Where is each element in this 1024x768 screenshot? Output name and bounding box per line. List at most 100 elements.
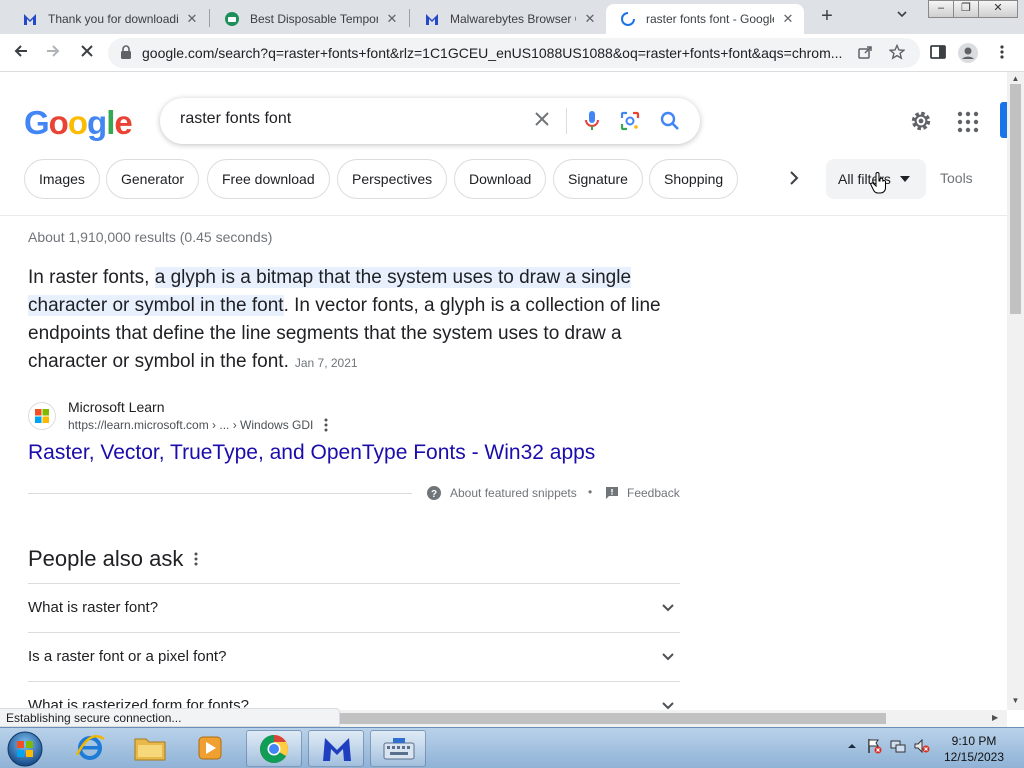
tools-button[interactable]: Tools (940, 170, 973, 186)
svg-text:?: ? (431, 489, 437, 500)
chip-perspectives[interactable]: Perspectives (337, 159, 448, 199)
more-options-icon[interactable] (194, 552, 198, 571)
microsoft-logo-icon[interactable] (28, 402, 56, 430)
windows-taskbar: 9:10 PM 12/15/2023 (0, 727, 1024, 768)
all-filters-button[interactable]: All filters (826, 159, 926, 199)
tab-disposable[interactable]: Best Disposable Temporary ✕ (210, 4, 408, 34)
on-screen-keyboard-icon (383, 738, 415, 760)
result-title-link[interactable]: Raster, Vector, TrueType, and OpenType F… (28, 441, 595, 465)
url-text: google.com/search?q=raster+fonts+font&rl… (142, 45, 843, 61)
microphone-icon[interactable] (580, 109, 604, 133)
tab-google-search[interactable]: raster fonts font - Google ✕ (606, 4, 804, 34)
google-apps-grid-icon[interactable] (956, 110, 980, 134)
close-icon[interactable]: ✕ (384, 11, 400, 27)
search-divider (566, 108, 567, 134)
taskbar-keyboard[interactable] (370, 730, 426, 767)
new-tab-button[interactable]: + (815, 5, 839, 29)
browser-menu-icon[interactable] (992, 43, 1012, 63)
search-icon[interactable] (658, 109, 682, 133)
site-green-icon (225, 12, 239, 26)
clock-date: 12/15/2023 (943, 750, 1005, 764)
arrow-right-icon (47, 45, 60, 57)
feedback-icon (606, 487, 618, 499)
chip-generator[interactable]: Generator (106, 159, 200, 199)
feedback-link[interactable]: Feedback (605, 486, 680, 500)
source-url[interactable]: https://learn.microsoft.com › ... › Wind… (68, 418, 313, 432)
vertical-scroll-thumb[interactable] (1010, 84, 1021, 314)
close-icon[interactable]: ✕ (184, 11, 200, 27)
about-featured-snippets-link[interactable]: ? About featured snippets (427, 486, 577, 500)
snippet-date: Jan 7, 2021 (294, 356, 358, 370)
tab-label: raster fonts font - Google (646, 12, 774, 26)
profile-avatar-icon[interactable] (958, 43, 978, 63)
address-bar[interactable]: google.com/search?q=raster+fonts+font&rl… (108, 38, 920, 68)
minimize-button[interactable]: – (928, 0, 954, 18)
action-center-flag-icon[interactable] (866, 738, 882, 754)
chip-shopping[interactable]: Shopping (649, 159, 739, 199)
stop-loading-button[interactable] (76, 42, 98, 64)
snippet-text-pre: In raster fonts, (28, 267, 155, 288)
close-icon[interactable]: ✕ (780, 11, 796, 27)
paa-question[interactable]: Is a raster font or a pixel font? (28, 632, 680, 681)
close-window-button[interactable]: ✕ (978, 0, 1018, 18)
scroll-down-icon[interactable]: ▼ (1007, 696, 1024, 705)
close-icon (81, 45, 93, 57)
header-divider (0, 215, 1007, 216)
settings-gear-icon[interactable] (908, 108, 934, 134)
chip-signature[interactable]: Signature (553, 159, 643, 199)
search-input[interactable] (180, 110, 510, 128)
chrome-icon (260, 735, 288, 763)
clear-search-icon[interactable] (530, 108, 554, 132)
clock-time: 9:10 PM (951, 734, 997, 748)
horizontal-scroll-thumb[interactable] (338, 713, 886, 724)
close-icon[interactable]: ✕ (582, 11, 598, 27)
windows-start-button[interactable] (4, 729, 46, 768)
dot-separator: • (588, 485, 593, 499)
browser-toolbar: google.com/search?q=raster+fonts+font&rl… (0, 34, 1024, 72)
forward-button[interactable] (42, 42, 64, 64)
maximize-button[interactable]: ❐ (953, 0, 979, 18)
result-stats: About 1,910,000 results (0.45 seconds) (28, 229, 273, 245)
taskbar-ie[interactable] (62, 730, 118, 767)
featured-snippet: In raster fonts, a glyph is a bitmap tha… (28, 264, 688, 377)
side-panel-icon[interactable] (928, 43, 948, 63)
network-icon[interactable] (890, 738, 906, 754)
chevron-down-icon (662, 604, 674, 612)
lens-camera-icon[interactable] (618, 109, 642, 133)
taskbar-chrome[interactable] (246, 730, 302, 767)
malwarebytes-icon (24, 14, 36, 25)
taskbar-media-player[interactable] (182, 730, 238, 767)
arrow-left-icon (14, 45, 27, 57)
caret-down-icon (900, 176, 910, 182)
tab-search-icon[interactable] (896, 8, 908, 23)
chip-download[interactable]: Download (454, 159, 547, 199)
tab-thank-you[interactable]: Thank you for downloading ✕ (8, 4, 208, 34)
tab-label: Thank you for downloading (48, 12, 178, 26)
volume-muted-icon[interactable] (914, 738, 930, 754)
show-hidden-icons-icon[interactable] (844, 738, 860, 754)
share-icon[interactable] (856, 44, 874, 62)
scroll-up-icon[interactable]: ▲ (1007, 74, 1024, 83)
system-clock[interactable]: 9:10 PM 12/15/2023 (932, 733, 1016, 765)
media-player-icon (198, 736, 222, 760)
paa-question-label: Is a raster font or a pixel font? (28, 648, 227, 665)
chip-images[interactable]: Images (24, 159, 100, 199)
scroll-right-icon[interactable]: ▶ (992, 713, 998, 722)
chevron-right-icon[interactable] (782, 168, 806, 192)
google-doodle-logo[interactable]: Google (24, 104, 133, 142)
chevron-down-icon (662, 653, 674, 661)
tab-browser-guard[interactable]: Malwarebytes Browser Guard ✕ (410, 4, 606, 34)
vertical-scrollbar[interactable]: ▲ ▼ (1007, 72, 1024, 710)
feedback-label: Feedback (627, 486, 680, 500)
back-button[interactable] (10, 42, 32, 64)
loading-spinner-icon (621, 12, 635, 26)
paa-question[interactable]: What is raster font? (28, 583, 680, 632)
taskbar-malwarebytes[interactable] (308, 730, 364, 767)
chip-free-download[interactable]: Free download (207, 159, 330, 199)
taskbar-explorer[interactable] (122, 730, 178, 767)
bookmark-star-icon[interactable] (888, 43, 906, 62)
side-panel-tab[interactable] (1000, 102, 1007, 138)
source-name[interactable]: Microsoft Learn (68, 399, 164, 415)
more-options-icon[interactable] (324, 418, 328, 435)
search-box[interactable] (160, 98, 700, 144)
